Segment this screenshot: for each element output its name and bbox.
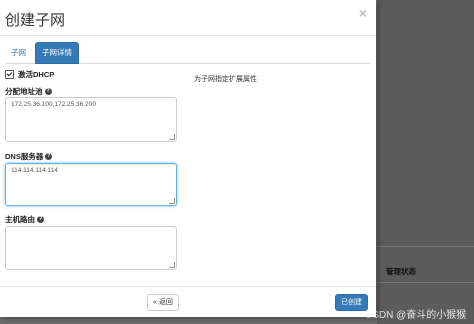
wizard-tabs: 子网 子网详情 (5, 42, 371, 64)
back-button[interactable]: « 返回 (147, 294, 179, 311)
dhcp-row: 激活DHCP (5, 69, 54, 80)
dns-servers-label: DNS服务器 ? (5, 151, 53, 162)
table-column-header: 管理状态 (386, 267, 416, 276)
dns-servers-value: 114.114.114.114 (11, 167, 58, 174)
resize-handle[interactable] (169, 262, 175, 268)
modal-title: 创建子网 (5, 12, 66, 29)
resize-handle[interactable] (169, 198, 175, 204)
allocation-pool-value: 172.25.36.100,172.25.36.200 (11, 101, 96, 108)
host-routes-textarea[interactable] (5, 226, 177, 270)
allocation-pool-textarea[interactable]: 172.25.36.100,172.25.36.200 (5, 97, 177, 142)
create-button[interactable]: 已创建 (335, 294, 368, 311)
host-routes-label: 主机路由 ? (5, 214, 44, 225)
help-icon[interactable]: ? (44, 88, 52, 95)
host-routes-label-text: 主机路由 (5, 215, 35, 224)
dns-servers-label-text: DNS服务器 (5, 152, 44, 161)
table-divider (377, 246, 474, 247)
close-icon[interactable]: × (359, 5, 367, 21)
subnet-details-help-text: 为子网指定扩展属性 (194, 76, 257, 83)
create-subnet-modal: 创建子网 × 子网 子网详情 激活DHCP 分配地址池 ? 172.25.36.… (0, 0, 376, 317)
tab-subnet-details[interactable]: 子网详情 (35, 42, 79, 64)
table-divider (377, 282, 474, 283)
tab-subnet[interactable]: 子网 (5, 42, 32, 63)
enable-dhcp-checkbox[interactable] (5, 70, 14, 79)
watermark: CSDN @奋斗的小猴猴 (365, 310, 467, 321)
resize-handle[interactable] (169, 134, 175, 140)
help-icon[interactable]: ? (37, 216, 44, 223)
help-icon[interactable]: ? (45, 153, 53, 160)
modal-header: 创建子网 × (0, 0, 376, 36)
allocation-pool-label-text: 分配地址池 (5, 87, 43, 96)
dns-servers-textarea[interactable]: 114.114.114.114 (5, 163, 177, 206)
allocation-pool-label: 分配地址池 ? (5, 86, 52, 97)
enable-dhcp-label: 激活DHCP (18, 70, 55, 79)
modal-footer: « 返回 已创建 (0, 286, 376, 317)
